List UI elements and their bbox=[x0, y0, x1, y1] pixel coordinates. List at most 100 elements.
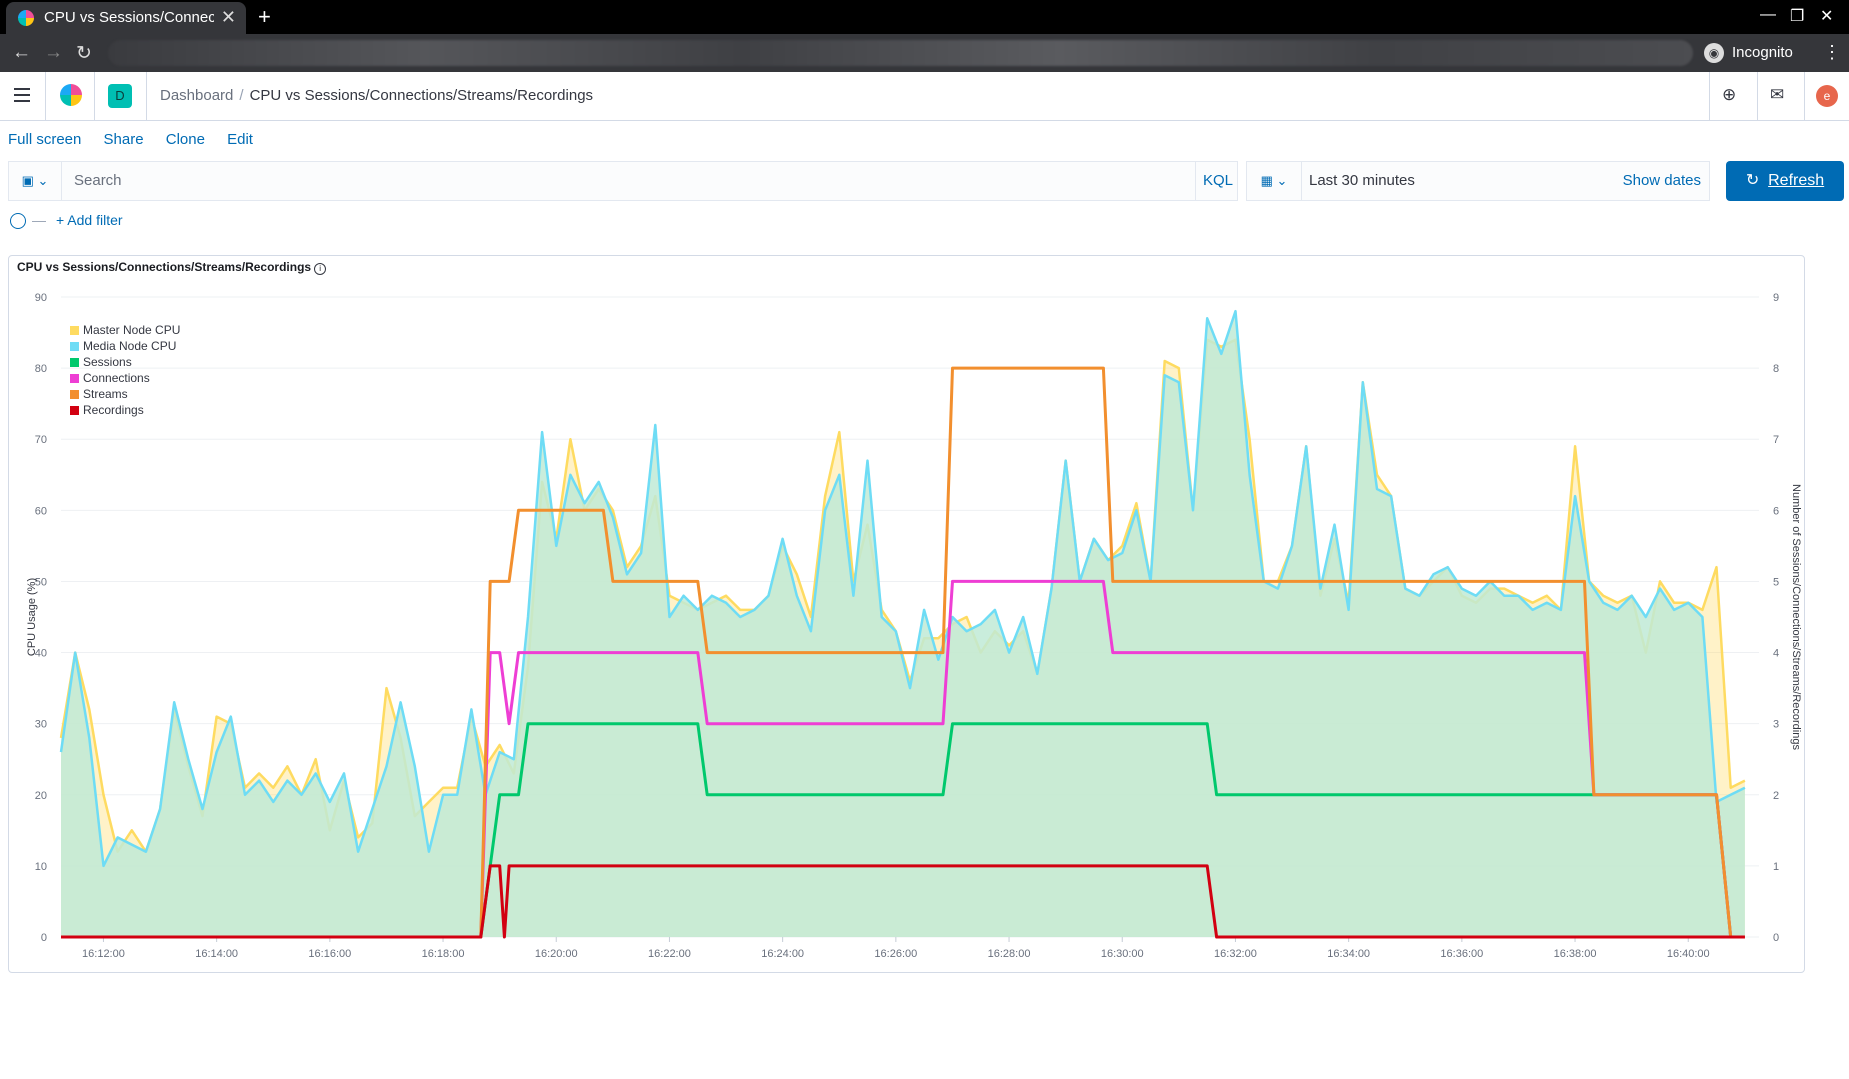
x-tick-label: 16:22:00 bbox=[648, 948, 691, 960]
browser-tab[interactable]: CPU vs Sessions/Connecti ✕ bbox=[6, 2, 246, 34]
header-divider bbox=[1709, 72, 1710, 120]
media-cpu-area bbox=[61, 311, 1745, 937]
new-tab-icon[interactable]: + bbox=[258, 4, 271, 30]
y-tick-label: 0 bbox=[41, 932, 47, 944]
x-tick-label: 16:18:00 bbox=[422, 948, 465, 960]
add-filter-button[interactable]: + Add filter bbox=[56, 212, 123, 228]
y2-tick-label: 1 bbox=[1773, 861, 1779, 873]
recordings-legend-swatch bbox=[70, 406, 79, 415]
y-tick-label: 90 bbox=[35, 292, 47, 304]
filter-row: — + Add filter bbox=[10, 212, 123, 230]
x-tick-label: 16:12:00 bbox=[82, 948, 125, 960]
streams-legend-label: Streams bbox=[83, 387, 128, 401]
x-tick-label: 16:16:00 bbox=[308, 948, 351, 960]
master-cpu-legend-label: Master Node CPU bbox=[83, 323, 180, 337]
share-link[interactable]: Share bbox=[104, 131, 144, 148]
y2-tick-label: 0 bbox=[1773, 932, 1779, 944]
help-icon[interactable]: ⊕ bbox=[1722, 85, 1736, 105]
browser-menu-icon[interactable]: ⋮ bbox=[1823, 42, 1841, 63]
x-tick-label: 16:38:00 bbox=[1554, 948, 1597, 960]
x-tick-label: 16:14:00 bbox=[195, 948, 238, 960]
saved-query-icon: ▣ ⌄ bbox=[21, 173, 49, 188]
minimize-icon[interactable]: — bbox=[1760, 6, 1776, 24]
cpu-sessions-chart: 0102030405060708090012345678916:12:00 16:… bbox=[26, 292, 1802, 960]
streams-legend-swatch bbox=[70, 390, 79, 399]
header-divider bbox=[146, 72, 147, 120]
quick-select-button[interactable]: ▦ ⌄ bbox=[1247, 162, 1302, 200]
y-tick-label: 60 bbox=[35, 505, 47, 517]
restore-icon[interactable]: ❐ bbox=[1790, 6, 1804, 26]
close-window-icon[interactable]: ✕ bbox=[1820, 6, 1833, 26]
y2-tick-label: 9 bbox=[1773, 292, 1779, 304]
connections-legend-label: Connections bbox=[83, 371, 150, 385]
visualization-panel: CPU vs Sessions/Connections/Streams/Reco… bbox=[8, 255, 1805, 973]
connections-legend-swatch bbox=[70, 374, 79, 383]
refresh-label: Refresh bbox=[1768, 172, 1825, 189]
clone-link[interactable]: Clone bbox=[166, 131, 205, 148]
x-tick-label: 16:30:00 bbox=[1101, 948, 1144, 960]
x-tick-label: 16:36:00 bbox=[1440, 948, 1483, 960]
calendar-icon: ▦ ⌄ bbox=[1260, 173, 1288, 188]
close-tab-icon[interactable]: ✕ bbox=[221, 7, 236, 28]
y-tick-label: 30 bbox=[35, 719, 47, 731]
refresh-button[interactable]: ↻ Refresh bbox=[1726, 161, 1844, 201]
y2-axis-title: Number of Sessions/Connections/Streams/R… bbox=[1790, 484, 1802, 750]
breadcrumb-dashboard[interactable]: Dashboard bbox=[160, 87, 233, 104]
kql-toggle[interactable]: KQL bbox=[1195, 162, 1240, 200]
y-tick-label: 10 bbox=[35, 861, 47, 873]
full-screen-link[interactable]: Full screen bbox=[8, 131, 81, 148]
kibana-logo-icon[interactable] bbox=[60, 84, 82, 106]
y2-tick-label: 5 bbox=[1773, 576, 1779, 588]
refresh-icon: ↻ bbox=[1745, 172, 1760, 189]
forward-icon[interactable]: → bbox=[44, 42, 63, 64]
show-dates-link[interactable]: Show dates bbox=[1623, 172, 1701, 189]
time-range-label[interactable]: Last 30 minutes bbox=[1309, 172, 1415, 189]
x-tick-label: 16:40:00 bbox=[1667, 948, 1710, 960]
y-axis-title: CPU Usage (%) bbox=[26, 578, 38, 656]
y2-tick-label: 4 bbox=[1773, 648, 1779, 660]
avatar[interactable]: e bbox=[1816, 85, 1838, 107]
saved-query-button[interactable]: ▣ ⌄ bbox=[9, 162, 62, 200]
x-tick-label: 16:24:00 bbox=[761, 948, 804, 960]
panel-title-text: CPU vs Sessions/Connections/Streams/Reco… bbox=[17, 260, 312, 274]
master-cpu-legend-swatch bbox=[70, 326, 79, 335]
kibana-favicon-icon bbox=[18, 10, 34, 26]
dashboard-top-menu: Full screen Share Clone Edit bbox=[8, 131, 271, 148]
browser-tab-title: CPU vs Sessions/Connecti bbox=[44, 9, 214, 26]
y2-tick-label: 7 bbox=[1773, 434, 1779, 446]
y-tick-label: 80 bbox=[35, 363, 47, 375]
x-tick-label: 16:34:00 bbox=[1327, 948, 1370, 960]
y-tick-label: 70 bbox=[35, 434, 47, 446]
menu-icon[interactable] bbox=[14, 88, 30, 102]
edit-link[interactable]: Edit bbox=[227, 131, 253, 148]
y2-tick-label: 3 bbox=[1773, 719, 1779, 731]
media-cpu-legend-swatch bbox=[70, 342, 79, 351]
breadcrumb-separator: / bbox=[239, 87, 244, 104]
y2-tick-label: 6 bbox=[1773, 505, 1779, 517]
filter-divider: — bbox=[32, 212, 46, 228]
back-icon[interactable]: ← bbox=[12, 42, 31, 64]
media-cpu-legend-label: Media Node CPU bbox=[83, 339, 176, 353]
incognito-indicator: ◉ Incognito bbox=[1704, 43, 1793, 63]
header-divider bbox=[94, 72, 95, 120]
recordings-legend-label: Recordings bbox=[83, 403, 144, 417]
x-tick-label: 16:20:00 bbox=[535, 948, 578, 960]
time-picker: ▦ ⌄ Last 30 minutes Show dates bbox=[1246, 161, 1710, 201]
mail-icon[interactable]: ✉ bbox=[1770, 85, 1784, 105]
incognito-icon: ◉ bbox=[1704, 43, 1724, 63]
filter-options-icon[interactable] bbox=[10, 213, 26, 230]
info-icon[interactable]: i bbox=[314, 263, 327, 275]
y-tick-label: 20 bbox=[35, 790, 47, 802]
query-bar: ▣ ⌄ Search KQL bbox=[8, 161, 1238, 201]
browser-tab-bar: CPU vs Sessions/Connecti ✕ + — ❐ ✕ bbox=[0, 0, 1849, 34]
reload-icon[interactable]: ↻ bbox=[76, 42, 92, 65]
app-header: D Dashboard / CPU vs Sessions/Connections/… bbox=[0, 72, 1849, 121]
sessions-legend-label: Sessions bbox=[83, 355, 132, 369]
header-divider bbox=[1757, 72, 1758, 120]
x-tick-label: 16:32:00 bbox=[1214, 948, 1257, 960]
address-bar[interactable] bbox=[108, 40, 1693, 66]
breadcrumb-current: CPU vs Sessions/Connections/Streams/Reco… bbox=[249, 87, 594, 104]
search-input[interactable]: Search bbox=[74, 172, 122, 189]
panel-title: CPU vs Sessions/Connections/Streams/Reco… bbox=[17, 260, 327, 275]
space-avatar[interactable]: D bbox=[108, 84, 132, 108]
